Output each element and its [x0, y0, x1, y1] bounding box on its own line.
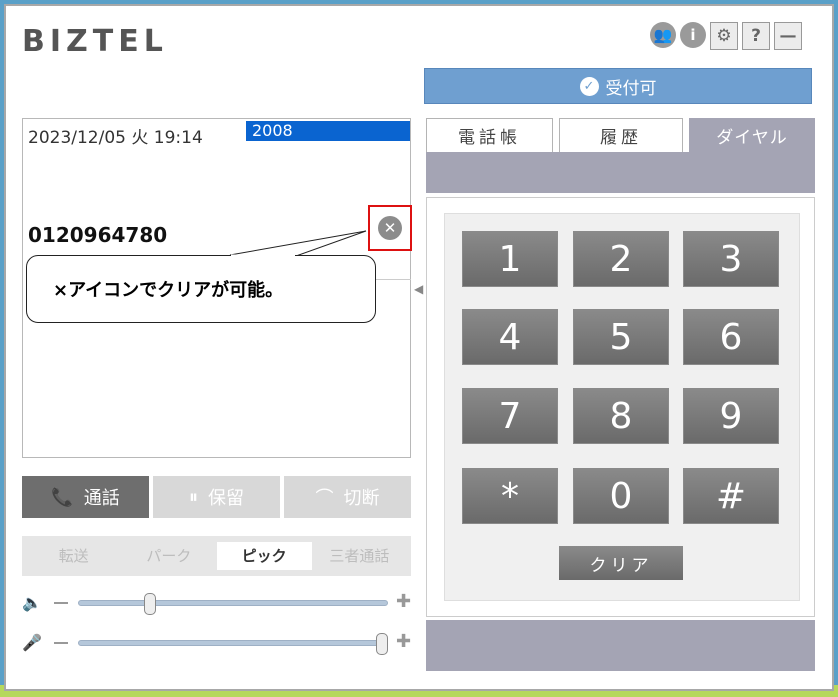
tab-header-strip: [426, 152, 815, 193]
key-8[interactable]: 8: [573, 388, 669, 444]
call-controls: 📞 通話 ⏸ 保留 ⌒ 切断: [22, 476, 411, 518]
key-5[interactable]: 5: [573, 309, 669, 365]
key-3[interactable]: 3: [683, 231, 779, 287]
tab-phonebook[interactable]: 電話帳: [426, 118, 553, 152]
hangup-button[interactable]: ⌒ 切断: [284, 476, 411, 518]
key-9[interactable]: 9: [683, 388, 779, 444]
speaker-track[interactable]: [78, 600, 388, 606]
pickup-tab[interactable]: ピック: [216, 542, 312, 570]
key-0[interactable]: 0: [573, 468, 669, 524]
park-tab[interactable]: パーク: [121, 542, 216, 570]
bottom-bar: [426, 620, 815, 671]
key-2[interactable]: 2: [573, 231, 669, 287]
mic-track[interactable]: [78, 640, 388, 646]
call-datetime: 2023/12/05 火 19:14: [28, 128, 203, 148]
mic-thumb[interactable]: [376, 633, 388, 655]
speaker-plus-icon[interactable]: ✚: [396, 591, 411, 612]
microphone-icon: 🎤: [22, 633, 42, 652]
key-1[interactable]: 1: [462, 231, 558, 287]
hangup-icon: ⌒: [315, 488, 334, 509]
right-tabs: 電話帳 履歴 ダイヤル: [426, 118, 815, 152]
minimize-icon[interactable]: —: [774, 22, 802, 50]
key-7[interactable]: 7: [462, 388, 558, 444]
hold-button[interactable]: ⏸ 保留: [153, 476, 280, 518]
talk-button[interactable]: 📞 通話: [22, 476, 149, 518]
key-star[interactable]: *: [462, 468, 558, 524]
speaker-icon: 🔈: [22, 593, 42, 612]
extension-label: 2008: [246, 121, 410, 141]
key-hash[interactable]: #: [683, 468, 779, 524]
mic-minus-icon[interactable]: [54, 642, 68, 644]
status-label: 受付可: [605, 78, 657, 99]
annotation-callout: ×アイコンでクリアが可能。: [26, 255, 376, 323]
tab-dialer[interactable]: ダイヤル: [689, 118, 815, 152]
dialpad-clear-button[interactable]: クリア: [559, 546, 683, 580]
gear-icon[interactable]: ⚙: [710, 22, 738, 50]
three-way-call-tab[interactable]: 三者通話: [312, 542, 407, 570]
key-4[interactable]: 4: [462, 309, 558, 365]
app-logo: BIZTEL: [22, 24, 168, 59]
clear-number-icon[interactable]: ✕: [378, 216, 402, 240]
mic-plus-icon[interactable]: ✚: [396, 631, 411, 652]
mic-volume-slider: 🎤 ✚: [22, 631, 414, 655]
pause-icon: ⏸: [189, 486, 198, 508]
header-toolbar: 👥 i ⚙ ? —: [650, 22, 802, 50]
transfer-tab[interactable]: 転送: [26, 542, 121, 570]
transfer-options: 転送 パーク ピック 三者通話: [22, 536, 411, 576]
annotation-text: ×アイコンでクリアが可能。: [53, 280, 284, 301]
clear-highlight-box: ✕: [368, 205, 412, 251]
users-icon[interactable]: 👥: [650, 22, 676, 48]
phone-number-display: 0120964780: [28, 223, 168, 247]
key-6[interactable]: 6: [683, 309, 779, 365]
speaker-thumb[interactable]: [143, 593, 156, 615]
speaker-minus-icon[interactable]: [54, 602, 68, 604]
phone-icon: 📞: [51, 486, 74, 508]
help-icon[interactable]: ?: [742, 22, 770, 50]
speaker-volume-slider: 🔈 ✚: [22, 591, 414, 615]
status-button[interactable]: ✓ 受付可: [424, 68, 812, 104]
hold-label: 保留: [208, 488, 244, 509]
collapse-arrow-icon[interactable]: ◀: [414, 282, 423, 296]
check-icon: ✓: [579, 76, 599, 96]
hangup-label: 切断: [343, 488, 380, 509]
info-icon[interactable]: i: [680, 22, 706, 48]
talk-label: 通話: [83, 488, 120, 509]
tab-history[interactable]: 履歴: [559, 118, 683, 152]
